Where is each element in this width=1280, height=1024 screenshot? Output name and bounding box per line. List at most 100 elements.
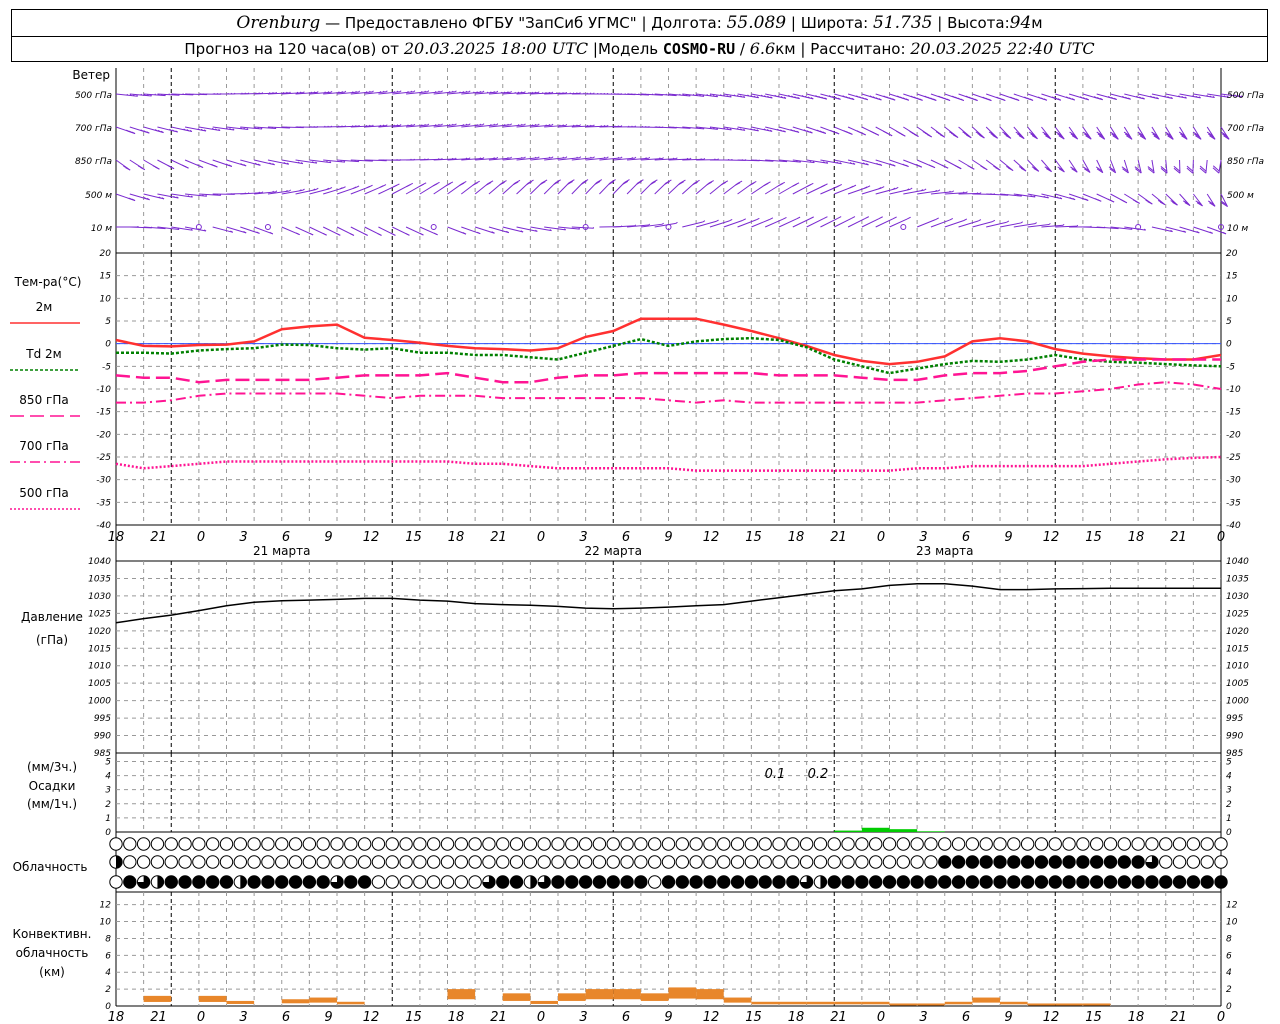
wind-barb <box>128 197 133 201</box>
cloud-circle <box>399 875 413 889</box>
wind-barb <box>905 164 909 168</box>
press-tick-left: 990 <box>94 732 111 742</box>
wind-barb <box>992 219 996 223</box>
wind-barb <box>496 90 499 93</box>
cloud-circle <box>689 837 703 851</box>
wind-barb <box>476 231 481 235</box>
press-tick-left: 1000 <box>88 697 111 707</box>
wind-barb <box>524 91 526 93</box>
wind-barb <box>910 95 915 98</box>
wind-barb <box>676 157 678 159</box>
x-hour-label: 9 <box>1004 1010 1012 1024</box>
cloud-circle <box>896 875 911 889</box>
press-tick-left: 1010 <box>88 662 111 672</box>
wind-barb <box>579 156 582 159</box>
conv-bar <box>530 1000 558 1004</box>
cloud-circle <box>813 837 828 851</box>
wind-barb <box>363 233 368 236</box>
cloud-circle <box>799 837 814 851</box>
conv-tick-right: 4 <box>1226 968 1232 978</box>
wind-barb <box>531 124 534 126</box>
press-tick-left: 1040 <box>88 557 111 567</box>
wind-barb <box>864 216 870 220</box>
wind-barb <box>538 91 540 93</box>
cloud-circle <box>1048 837 1062 851</box>
cloud-circle <box>592 875 607 889</box>
wind-barb <box>620 156 623 159</box>
wind-barb <box>881 186 885 189</box>
wind-barb <box>382 124 385 127</box>
wind-barb <box>491 231 495 234</box>
cloud-circle <box>385 837 399 851</box>
precip-annotation: 0.2 <box>808 767 829 782</box>
cloud-circle <box>1020 875 1035 889</box>
wind-barb <box>496 123 499 126</box>
cloud-circle <box>841 875 855 889</box>
wind-barb <box>517 91 520 94</box>
wind-barb <box>996 96 1000 100</box>
wind-barb <box>537 156 540 159</box>
wind-barb <box>355 185 360 188</box>
press-tick-left: 1020 <box>88 627 111 637</box>
temp-tick-right: 20 <box>1226 249 1238 259</box>
cloud-circle <box>882 875 897 889</box>
wind-barb <box>168 93 170 95</box>
wind-barb <box>617 156 620 159</box>
wind-barb <box>769 217 774 220</box>
x-hour-label: 0 <box>877 530 885 545</box>
cloud-circle <box>1020 837 1035 851</box>
cloud-circle <box>938 855 952 869</box>
wind-barb <box>396 124 399 126</box>
wind-barb <box>792 183 797 187</box>
conv-bar <box>1055 1003 1083 1006</box>
wind-barb <box>510 90 512 93</box>
wind-barb <box>126 129 130 133</box>
press-tick-right: 1000 <box>1226 697 1249 707</box>
press-tick-right: 1035 <box>1226 574 1249 584</box>
wind-barb <box>482 123 485 126</box>
wind-barb <box>933 98 937 101</box>
conv-tick-left: 12 <box>100 901 112 911</box>
cloud-circle <box>578 855 593 869</box>
cloud-circle <box>868 837 883 851</box>
wind-barb <box>486 91 489 94</box>
cloud-circle <box>661 855 676 869</box>
conv-bar <box>806 1001 835 1005</box>
wind-barb <box>999 126 1012 139</box>
cloud-circle <box>1103 875 1118 889</box>
wind-barb <box>520 91 523 93</box>
cloud-circle <box>703 837 717 851</box>
conv-bar <box>558 993 586 1001</box>
wind-barb <box>503 91 506 94</box>
cloud-circle <box>454 855 469 869</box>
cloud-circle <box>205 855 220 869</box>
cloud-circle <box>1186 875 1201 889</box>
temp-tick-right: -35 <box>1226 498 1241 508</box>
wind-level-right: 850 гПа <box>1227 157 1264 167</box>
cloud-circle <box>703 875 717 889</box>
wind-barb <box>296 91 299 94</box>
wind-barb <box>530 182 543 195</box>
conv-bar <box>281 999 310 1004</box>
wind-barb <box>344 90 347 93</box>
cloud-circle <box>979 875 993 889</box>
cloud-circle <box>924 855 938 869</box>
temp-tick-right: -30 <box>1226 476 1241 486</box>
wind-barb <box>943 97 948 101</box>
wind-barb <box>905 98 910 101</box>
temp-tick-left: -30 <box>96 476 111 486</box>
wind-level-left: 500 м <box>85 191 112 201</box>
wind-barb <box>963 218 968 221</box>
wind-barb <box>906 216 911 220</box>
wind-barb <box>968 96 973 100</box>
wind-barb <box>1179 193 1191 206</box>
cloud-circle <box>979 855 993 869</box>
wind-barb <box>545 91 547 94</box>
x-hour-label: 12 <box>1043 1010 1060 1024</box>
press-tick-left: 1005 <box>88 679 111 689</box>
cloud-circle <box>910 855 924 869</box>
wind-barb <box>796 216 801 220</box>
wind-barb <box>302 188 305 191</box>
wind-barb <box>468 90 471 93</box>
wind-barb <box>551 123 554 126</box>
